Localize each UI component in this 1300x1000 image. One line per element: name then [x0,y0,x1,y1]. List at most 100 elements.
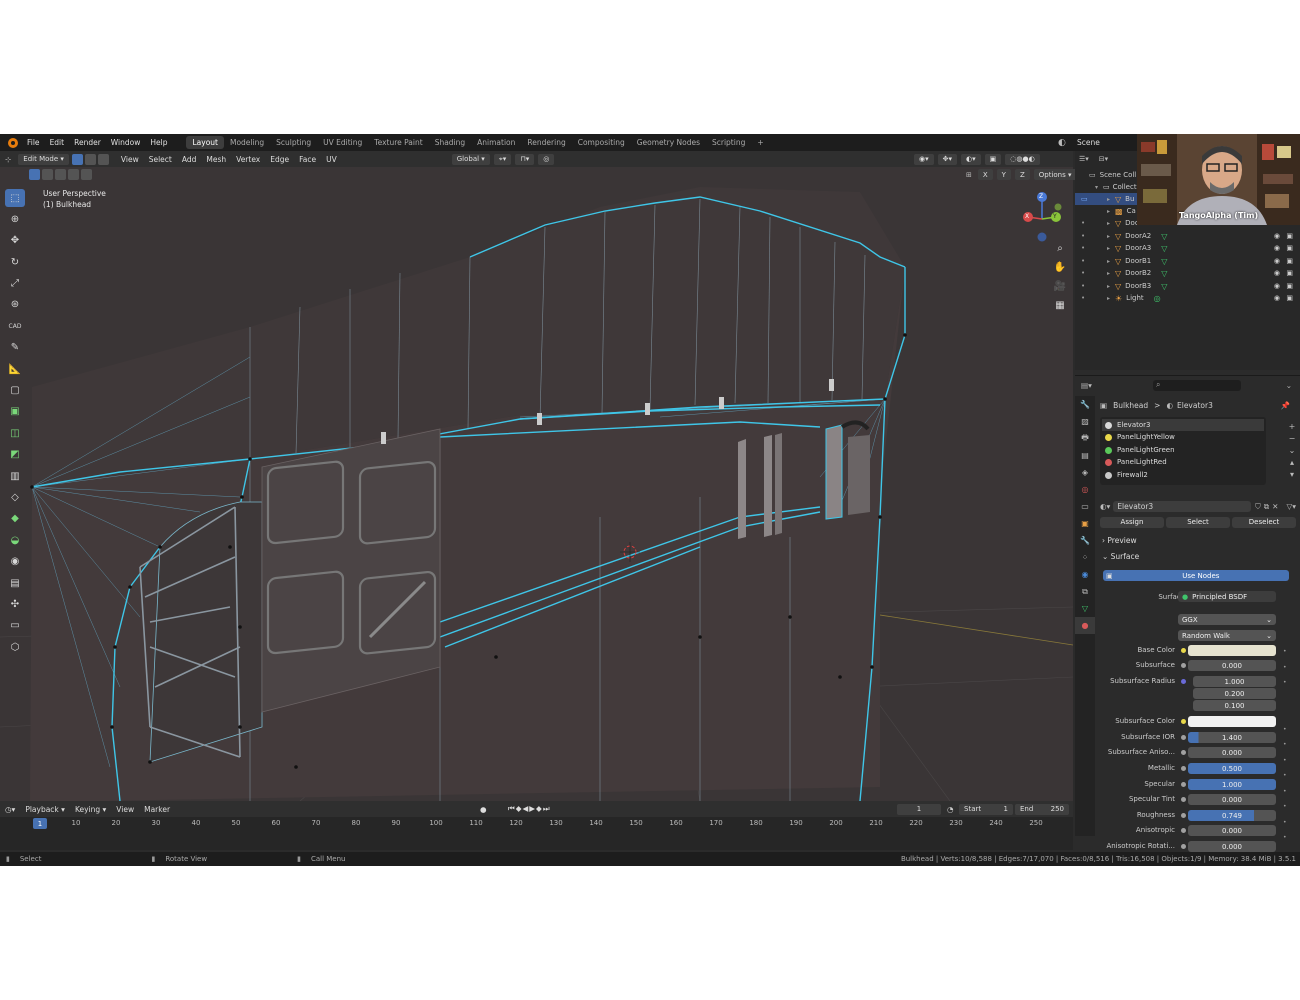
inset-tool-icon[interactable]: ◫ [5,424,25,442]
anisotropic-rotation-field[interactable]: 0.000 [1188,841,1276,852]
keyframe-dot-icon[interactable]: • [1283,675,1287,691]
spin-tool-icon[interactable]: ◒ [5,531,25,549]
light-data-icon[interactable]: ◎ [1154,294,1161,303]
select-button[interactable]: Select [1166,516,1230,528]
select-mode-subtract-icon[interactable] [55,169,66,180]
outliner-item[interactable]: • ▸ ☀ Light ◎ ◉ ▣ [1075,292,1300,304]
edit-mode-icon[interactable]: ▭ [1081,195,1101,203]
visibility-eye-icon[interactable]: ◉ [1274,282,1280,290]
menu-edge[interactable]: Edge [265,155,294,164]
overlay-toggle-icon[interactable]: ◐▾ [961,153,981,165]
start-frame-field[interactable]: Start 1 [959,803,1013,815]
color-socket-icon[interactable] [1181,648,1186,653]
move-tool-icon[interactable]: ✥ [5,232,25,250]
value-socket-icon[interactable] [1181,766,1186,771]
menu-mesh[interactable]: Mesh [201,155,231,164]
timeline-body[interactable] [0,830,1073,850]
record-icon[interactable]: ● [480,805,487,814]
preview-panel-header[interactable]: › Preview [1102,536,1137,545]
select-mode-intersect-icon[interactable] [81,169,92,180]
menu-playback[interactable]: Playback ▾ [20,805,70,814]
distribution-dropdown[interactable]: GGX ⌄ [1178,614,1276,625]
scale-tool-icon[interactable]: ⤢ [5,275,25,293]
surface-panel-header[interactable]: ⌄ Surface [1102,552,1139,561]
keyframe-dot-icon[interactable]: • [1283,784,1287,800]
scene-tab-icon[interactable]: ◈ [1075,464,1095,481]
properties-editor-icon[interactable]: ▤▾ [1081,381,1092,390]
mirror-y-toggle[interactable]: Y [996,169,1011,180]
remove-slot-icon[interactable]: − [1286,433,1298,445]
vector-socket-icon[interactable] [1181,679,1186,684]
blender-logo-icon[interactable] [8,137,18,148]
camera-view-icon[interactable]: 🎥 [1050,277,1070,296]
current-frame-field[interactable]: 1 [897,803,941,815]
knife-tool-icon[interactable]: ◇ [5,488,25,506]
unlink-material-icon[interactable]: ✕ [1272,502,1278,511]
keyframe-dot-icon[interactable]: • [1283,660,1287,676]
visibility-eye-icon[interactable]: ◉ [1274,294,1280,302]
tab-sculpting[interactable]: Sculpting [270,136,317,149]
tab-layout[interactable]: Layout [186,136,224,149]
outliner-filter-icon[interactable]: ⊟▾ [1099,155,1108,163]
collection-tab-icon[interactable]: ▭ [1075,498,1095,515]
world-tab-icon[interactable]: ◎ [1075,481,1095,498]
rip-tool-icon[interactable]: ⬡ [5,638,25,656]
value-socket-icon[interactable] [1181,828,1186,833]
value-socket-icon[interactable] [1181,813,1186,818]
perspective-toggle-icon[interactable]: ▦ [1050,296,1070,315]
outliner-item[interactable]: • ▸ ▽ DoorB1 ▽ ◉ ▣ [1075,255,1300,267]
mesh-data-icon[interactable]: ▽ [1161,282,1167,291]
shear-tool-icon[interactable]: ▭ [5,617,25,635]
poly-build-tool-icon[interactable]: ◆ [5,510,25,528]
subsurface-radius-y-field[interactable]: 0.200 [1193,688,1276,699]
outliner-editor-icon[interactable]: ☰▾ [1079,155,1089,163]
value-socket-icon[interactable] [1181,735,1186,740]
material-slot[interactable]: PanelLightGreen [1102,444,1264,456]
fake-user-icon[interactable]: ⛉ [1255,502,1261,512]
material-name-field[interactable]: Elevator3 [1113,501,1252,512]
render-camera-icon[interactable]: ▣ [1286,294,1293,302]
keyframe-dot-icon[interactable]: • [1283,815,1287,831]
keyframe-dot-icon[interactable]: • [1283,722,1287,738]
tab-shading[interactable]: Shading [429,136,471,149]
surface-shader-selector[interactable]: ● Principled BSDF [1178,591,1276,602]
material-tab-icon[interactable]: ● [1075,617,1095,634]
outliner-item[interactable]: • ▸ ▽ DoorB3 ▽ ◉ ▣ [1075,280,1300,292]
menu-window[interactable]: Window [106,138,146,147]
edge-slide-tool-icon[interactable]: ▤ [5,574,25,592]
timeline-editor-icon[interactable]: ◷▾ [0,805,20,814]
pin-icon[interactable]: 📌 [1281,401,1290,410]
menu-view[interactable]: View [116,155,144,164]
select-mode-invert-icon[interactable] [68,169,79,180]
keyframe-dot-icon[interactable]: • [1283,753,1287,769]
render-camera-icon[interactable]: ▣ [1286,269,1293,277]
mode-selector[interactable]: Edit Mode ▾ [18,153,69,165]
link-filter-icon[interactable]: ▽▾ [1286,502,1296,511]
move-slot-down-icon[interactable]: ▾ [1286,469,1298,481]
menu-face[interactable]: Face [294,155,321,164]
menu-edit[interactable]: Edit [45,138,70,147]
face-select-button[interactable] [97,153,109,165]
keyframe-dot-icon[interactable]: • [1283,644,1287,660]
menu-add[interactable]: Add [177,155,202,164]
outliner-item[interactable]: • ▸ ▽ DoorA3 ▽ ◉ ▣ [1075,242,1300,254]
subsurface-ior-field[interactable]: 1.400 [1188,732,1276,743]
render-camera-icon[interactable]: ▣ [1286,232,1293,240]
tab-scripting[interactable]: Scripting [706,136,751,149]
mesh-data-icon[interactable]: ▽ [1161,269,1167,278]
snap-icon[interactable]: ⊓▾ [515,153,535,165]
visibility-eye-icon[interactable]: ◉ [1274,269,1280,277]
menu-vertex[interactable]: Vertex [231,155,265,164]
keyframe-dot-icon[interactable]: • [1283,737,1287,753]
visibility-eye-icon[interactable]: ◉ [1274,244,1280,252]
modifier-tab-icon[interactable]: 🔧 [1075,532,1095,549]
rotate-tool-icon[interactable]: ↻ [5,253,25,271]
color-socket-icon[interactable] [1181,719,1186,724]
menu-uv[interactable]: UV [321,155,342,164]
output-tab-icon[interactable]: 🖶 [1075,430,1095,447]
playback-controls-icon[interactable]: ⏮◆◀▶◆⏭ [508,804,551,814]
menu-keying[interactable]: Keying ▾ [70,805,111,814]
subsurface-field[interactable]: 0.000 [1188,660,1276,671]
anisotropic-field[interactable]: 0.000 [1188,825,1276,836]
tab-rendering[interactable]: Rendering [521,136,571,149]
